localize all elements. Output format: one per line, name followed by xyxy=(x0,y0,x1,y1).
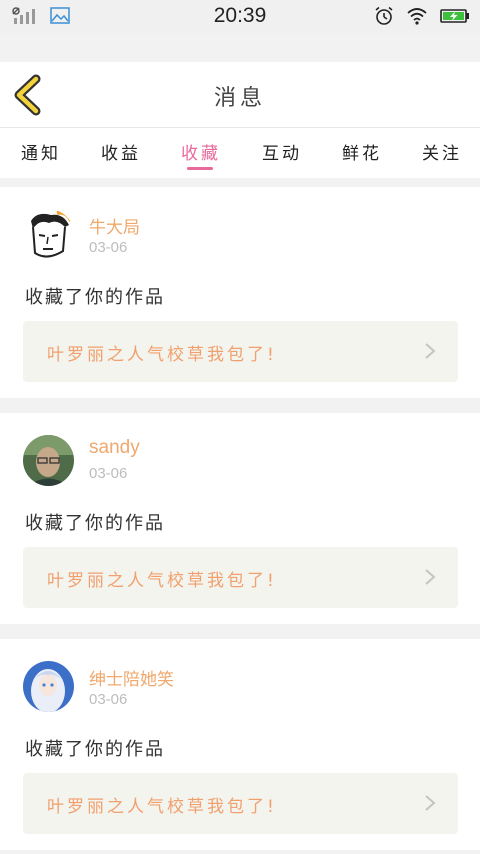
status-bar: 20:39 xyxy=(0,0,480,33)
avatar[interactable] xyxy=(23,435,74,486)
message-card: 绅士陪她笑 03-06 收藏了你的作品 叶罗丽之人气校草我包了! xyxy=(0,639,480,850)
work-link[interactable]: 叶罗丽之人气校草我包了! xyxy=(23,773,458,834)
tab-following[interactable]: 关注 xyxy=(422,139,462,164)
chevron-right-icon xyxy=(425,343,436,359)
message-date: 03-06 xyxy=(89,465,128,482)
work-title: 叶罗丽之人气校草我包了! xyxy=(47,571,277,591)
active-tab-indicator xyxy=(187,167,213,170)
top-spacer xyxy=(0,33,480,62)
work-link[interactable]: 叶罗丽之人气校草我包了! xyxy=(23,321,458,382)
tab-interactions[interactable]: 互动 xyxy=(262,139,302,164)
username[interactable]: 绅士陪她笑 xyxy=(89,665,174,690)
tab-earnings[interactable]: 收益 xyxy=(101,139,141,164)
message-date: 03-06 xyxy=(89,691,128,708)
message-card: 牛大局 03-06 收藏了你的作品 叶罗丽之人气校草我包了! xyxy=(0,187,480,398)
action-text: 收藏了你的作品 xyxy=(25,287,165,308)
work-title: 叶罗丽之人气校草我包了! xyxy=(47,345,277,365)
screen: 20:39 消息 通知 收益 收藏 互动 鲜花 关注 牛大局 03-06 收藏了… xyxy=(0,0,480,854)
tab-bar: 通知 收益 收藏 互动 鲜花 关注 xyxy=(0,128,480,178)
action-text: 收藏了你的作品 xyxy=(25,739,165,760)
tab-notifications[interactable]: 通知 xyxy=(21,139,61,164)
battery-charging-icon xyxy=(440,9,469,23)
action-text: 收藏了你的作品 xyxy=(25,513,165,534)
tab-favorites[interactable]: 收藏 xyxy=(181,139,221,164)
app-header: 消息 xyxy=(0,62,480,128)
work-title: 叶罗丽之人气校草我包了! xyxy=(47,797,277,817)
message-date: 03-06 xyxy=(89,239,128,256)
tab-flowers[interactable]: 鲜花 xyxy=(342,139,382,164)
avatar[interactable] xyxy=(23,209,74,260)
chevron-right-icon xyxy=(425,795,436,811)
wifi-icon xyxy=(407,8,427,25)
username[interactable]: sandy xyxy=(89,437,140,459)
username[interactable]: 牛大局 xyxy=(89,213,140,238)
message-card: sandy 03-06 收藏了你的作品 叶罗丽之人气校草我包了! xyxy=(0,413,480,624)
avatar[interactable] xyxy=(23,661,74,712)
chevron-right-icon xyxy=(425,569,436,585)
page-title: 消息 xyxy=(213,86,266,111)
alarm-icon xyxy=(375,6,393,25)
work-link[interactable]: 叶罗丽之人气校草我包了! xyxy=(23,547,458,608)
